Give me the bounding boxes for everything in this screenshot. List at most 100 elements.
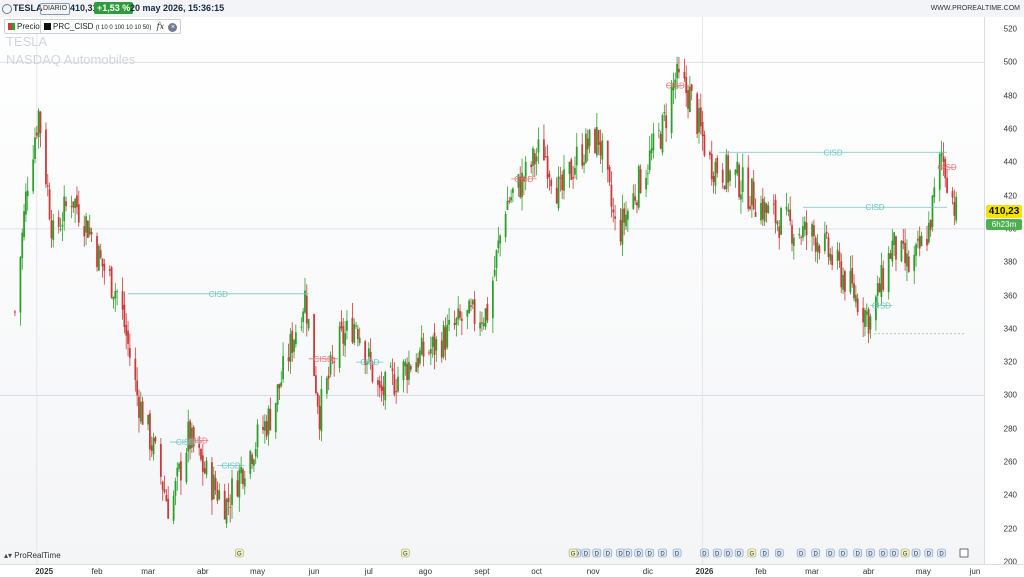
candle-body xyxy=(280,382,283,387)
candle-body xyxy=(559,177,562,179)
candle-body xyxy=(685,77,688,94)
candle-body xyxy=(816,242,819,252)
candle-body xyxy=(761,198,764,220)
candle-body xyxy=(380,385,383,391)
candle-body xyxy=(736,161,739,174)
candle-body xyxy=(698,108,700,133)
candle-body xyxy=(836,249,839,261)
candle-body xyxy=(267,408,270,435)
earnings-event-marker-letter: G xyxy=(237,552,242,558)
dividend-event-marker-letter: D xyxy=(777,552,782,558)
candle-body xyxy=(876,282,879,296)
candle-body xyxy=(931,195,934,227)
dividend-event-marker-letter: D xyxy=(881,552,886,558)
y-tick-label: 300 xyxy=(1003,390,1017,400)
candle-body xyxy=(623,208,626,223)
candle-body xyxy=(906,253,908,267)
candle-body xyxy=(52,220,55,240)
candle-body xyxy=(455,318,458,325)
candle-body xyxy=(760,203,762,221)
candle-body xyxy=(696,93,699,134)
candle-body xyxy=(101,258,104,267)
candle-body xyxy=(789,209,792,221)
candle-body xyxy=(900,240,903,262)
candle-body xyxy=(24,191,27,215)
candle-body xyxy=(787,209,790,212)
y-tick-label: 280 xyxy=(1003,424,1017,434)
dividend-event-marker-letter: D xyxy=(914,552,919,558)
legend-indicator[interactable]: PRC_CISD (t 10 0 100 10 10 50) fx × xyxy=(40,19,182,34)
cisd-label: CISD xyxy=(209,290,228,299)
candle-body xyxy=(840,261,843,288)
candle-body xyxy=(946,177,948,193)
sync-icon[interactable] xyxy=(2,4,12,14)
candle-body xyxy=(114,291,117,299)
candle-body xyxy=(263,421,266,431)
candle-body xyxy=(825,231,828,234)
candle-body xyxy=(150,445,153,452)
candle-body xyxy=(785,206,788,210)
candle-body xyxy=(584,133,587,163)
candle-body xyxy=(648,150,651,170)
candle-body xyxy=(893,232,896,246)
candle-body xyxy=(606,140,609,170)
candle-body xyxy=(320,388,323,432)
cisd-label: CISD xyxy=(222,461,241,470)
cisd-label: CISD xyxy=(823,148,842,157)
dividend-event-marker-letter: D xyxy=(868,552,873,558)
candle-body xyxy=(645,177,647,190)
candlestick-plot: CISD CISD CISD CISD CISD CISD CISD CISD CISD CISD… xyxy=(0,17,984,564)
candle-body xyxy=(444,327,447,350)
calendar-icon[interactable] xyxy=(959,548,969,558)
y-tick-label: 440 xyxy=(1003,157,1017,167)
candle-body xyxy=(723,185,726,190)
dividend-event-marker-letter: D xyxy=(737,552,742,558)
time-axis[interactable]: 2025 feb mar abr may jun jul ago sept oct nov dic 20… xyxy=(0,564,1024,577)
candle-body xyxy=(634,196,637,201)
candle-body xyxy=(853,283,855,299)
candle-body xyxy=(495,250,498,268)
candle-body xyxy=(471,300,474,305)
candle-body xyxy=(570,159,573,180)
candle-body xyxy=(161,481,164,490)
fx-icon[interactable]: fx xyxy=(157,22,164,31)
candle-body xyxy=(35,132,38,136)
candle-body xyxy=(882,267,885,290)
candle-body xyxy=(637,166,640,208)
symbol-label[interactable]: TESLA xyxy=(13,0,43,17)
candle-body xyxy=(32,159,35,192)
candle-body xyxy=(87,220,89,238)
candle-body xyxy=(305,295,308,324)
candle-body xyxy=(792,237,795,246)
candle-body xyxy=(750,178,753,206)
legend-price[interactable]: Precio xyxy=(4,19,44,34)
candle-body xyxy=(96,236,98,268)
candle-body xyxy=(493,269,496,276)
candle-body xyxy=(178,463,181,469)
close-icon[interactable]: × xyxy=(168,23,178,32)
countdown-badge: 6h23m xyxy=(986,219,1022,230)
dividend-event-marker-letter: D xyxy=(814,552,819,558)
period-badge[interactable]: DIARIO xyxy=(40,3,71,15)
candle-body xyxy=(601,140,604,160)
candle-body xyxy=(112,297,115,300)
candle-body xyxy=(597,129,600,145)
price-chart[interactable]: TESLA NASDAQ Automobiles CISD CISD CISD CIS… xyxy=(0,17,984,564)
candle-body xyxy=(218,490,221,500)
price-axis[interactable]: 2002202402602803003203403603804004204404… xyxy=(984,17,1024,567)
candle-body xyxy=(229,506,232,508)
indicator-params: (t 10 0 100 10 10 50) xyxy=(95,25,152,31)
candle-body xyxy=(205,460,208,475)
candle-body xyxy=(141,401,144,425)
candle-body xyxy=(659,133,662,149)
candle-body xyxy=(302,311,305,323)
y-tick-label: 220 xyxy=(1003,524,1017,534)
candle-body xyxy=(772,203,775,205)
cisd-label: CISD xyxy=(189,436,208,445)
candle-body xyxy=(76,195,78,208)
website-label[interactable]: WWW.PROREALTIME.COM xyxy=(931,0,1020,17)
candle-body xyxy=(358,337,361,344)
candle-body xyxy=(435,338,438,351)
candle-body xyxy=(657,129,660,131)
dividend-event-marker-letter: D xyxy=(726,552,731,558)
